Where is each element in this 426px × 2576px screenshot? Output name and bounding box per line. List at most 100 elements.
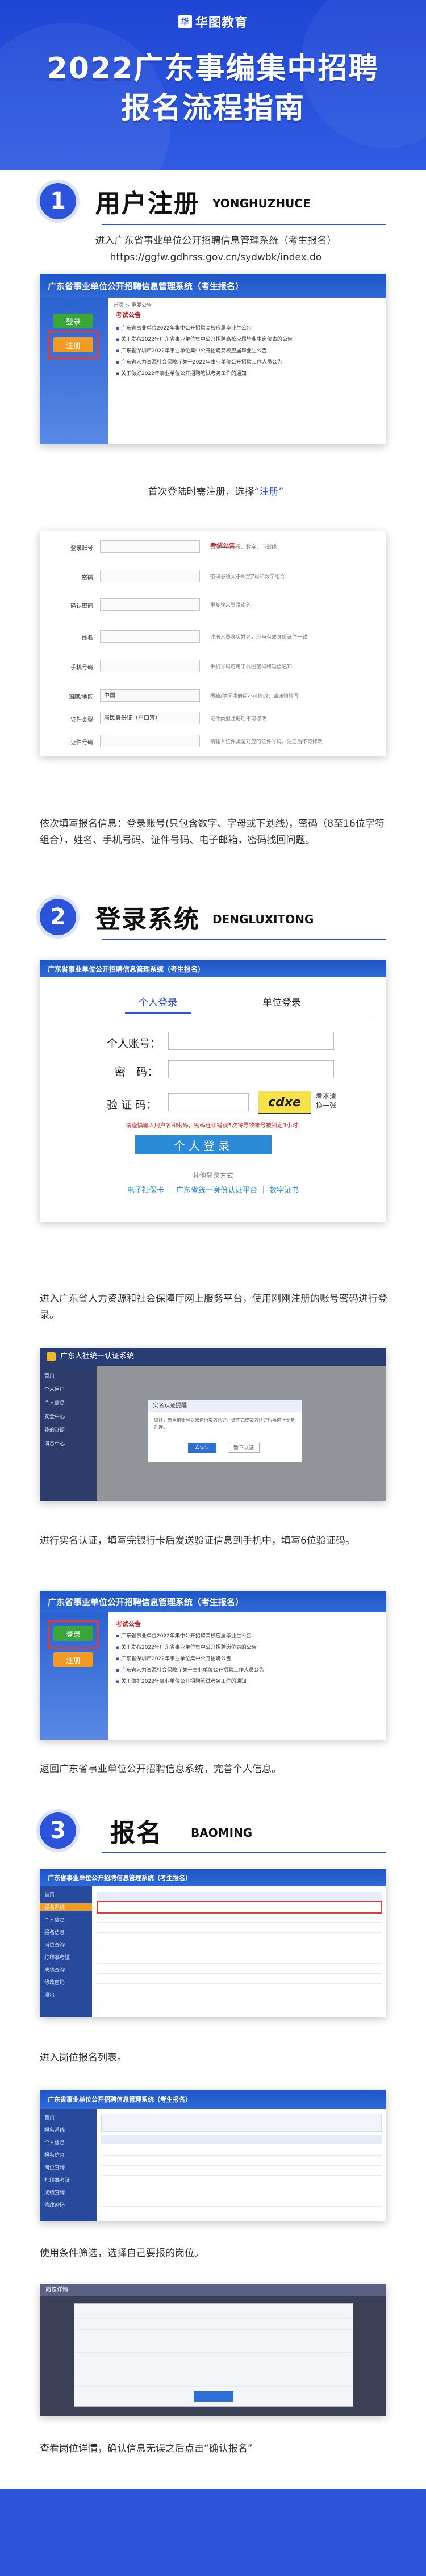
notice-item[interactable]: 广东省深圳市2022年事业单位集中公开招聘高校应届毕业生公告 [116,345,377,357]
side-nav-item[interactable]: 首页 [44,2114,55,2121]
side-nav-item[interactable]: 报名系统 [44,2126,65,2133]
notice-item[interactable]: 关于做好2022年事业单位公开招聘笔试考务工作的通知 [116,1676,377,1687]
side-nav-item[interactable]: 岗位查询 [44,1941,65,1948]
side-nav-item[interactable]: 报名信息 [44,2151,65,2158]
personal-login-button[interactable]: 个人登录 [135,1135,272,1154]
captcha-input[interactable] [168,1093,249,1111]
side-nav-item-active[interactable]: 报名系统 [40,1903,92,1911]
caption-login: 进入广东省人力资源和社会保障厅网上服务平台，使用刚刚注册的账号密码进行登录。 [40,1293,387,1321]
detail-row [74,2308,353,2319]
table-row[interactable] [101,2196,382,2207]
register-button[interactable]: 注册 [53,1652,93,1667]
account-input[interactable] [168,1032,334,1050]
captcha-refresh-link[interactable]: 看不清 换一张 [316,1092,346,1110]
caption-highlight: “确认报名” [204,2443,253,2454]
side-nav-item[interactable]: 个人信息 [44,1916,65,1923]
table-row[interactable] [101,2145,382,2156]
password-input[interactable] [168,1060,334,1078]
filter-bar[interactable] [101,2114,382,2132]
dialog-text: 您好，您当前账号尚未进行实名认证，请先完成实名认证后再进行业务办理。 [154,1418,295,1430]
side-nav-item[interactable]: 个人用户 [44,1385,65,1393]
notice-item[interactable]: 关于做好2022年事业单位公开招聘笔试考务工作的通知 [116,368,377,380]
side-nav-item[interactable]: 个人信息 [44,2139,65,2146]
section-number-badge: 2 [40,899,76,935]
phone-input[interactable] [100,660,200,672]
notice-item[interactable]: 关于发布2022年广东省事业单位集中公开招聘高校应届毕业生岗位表的公告 [116,334,377,345]
side-nav-item[interactable]: 安全中心 [44,1412,65,1420]
notice-item[interactable]: 广东省人力资源社会保障厅关于事业单位公开招聘工作人员公告 [116,1665,377,1676]
form-label: 登录账号 [70,545,93,552]
page-title: 2022广东事编集中招聘 报名流程指南 [0,49,426,128]
side-nav-item[interactable]: 退出 [44,1991,55,1998]
notice-item[interactable]: 广东省事业单位2022年集中公开招聘高校应届毕业生公告 [116,1631,377,1642]
skip-auth-button[interactable]: 暂不认证 [228,1443,260,1453]
side-nav-item[interactable]: 打印准考证 [44,2176,70,2183]
table-header [97,1892,382,1901]
form-row-phone: 手机号码 手机号码可用于找回密码和短信通知 [40,658,386,675]
section-number-badge: 1 [40,183,76,219]
login-tabs: 个人登录 单位登录 [125,994,301,1014]
side-nav-item[interactable]: 成绩查询 [44,2189,65,2196]
unified-auth-link[interactable]: 广东省统一身份认证平台 [176,1186,257,1195]
side-nav-item[interactable]: 报名信息 [44,1928,65,1936]
table-row[interactable] [97,1994,382,2004]
side-nav-item[interactable]: 修改密码 [44,1978,65,1986]
digital-cert-link[interactable]: 数字证书 [269,1186,299,1195]
notice-item[interactable]: 广东省事业单位2022年集中公开招聘高校应届毕业生公告 [116,323,377,334]
side-nav-item[interactable]: 修改密码 [44,2201,65,2208]
form-row-password: 密码 密码必须大于8位字母和数字组合 [40,568,386,585]
section-underline [102,1852,386,1853]
table-row[interactable] [101,2176,382,2186]
system-title-bar: 广东省事业单位公开招聘信息管理系统（考生报名） [40,1591,386,1612]
title-line-1: 2022广东事编集中招聘 [47,52,379,86]
password-input[interactable] [100,570,200,582]
notice-heading: 考试公告 [116,1620,141,1628]
side-nav-item[interactable]: 岗位查询 [44,2164,65,2171]
side-nav-item[interactable]: 首页 [44,1372,55,1379]
side-nav-item[interactable]: 我的证照 [44,1426,65,1433]
screenshot-job-list: 广东省事业单位公开招聘信息管理系统（考生报名） 首页 报名系统 个人信息 报名信… [40,1869,386,2017]
table-row[interactable] [101,2166,382,2176]
table-row[interactable] [97,1953,382,1964]
table-row[interactable] [97,1912,382,1923]
id-number-input[interactable] [100,735,200,747]
tab-unit-login[interactable]: 单位登录 [262,994,301,1014]
ecard-link[interactable]: 电子社保卡 [127,1186,164,1195]
notice-item[interactable]: 广东省深圳市2022年事业单位集中公开招聘公告 [116,1653,377,1665]
notice-item[interactable]: 广东省人力资源社会保障厅关于2022年事业单位公开招聘工作人员公告 [116,357,377,368]
table-row[interactable] [97,1923,382,1933]
notice-list: 广东省事业单位2022年集中公开招聘高校应届毕业生公告 关于发布2022年广东省… [116,323,377,380]
go-auth-button[interactable]: 去认证 [188,1443,216,1453]
table-row[interactable] [97,1974,382,1984]
table-row[interactable] [97,1943,382,1953]
account-input[interactable] [100,540,200,553]
auth-side-nav: 首页 个人用户 个人信息 安全中心 我的证照 消息中心 [40,1366,97,1501]
section-number-badge: 3 [40,1812,76,1849]
side-nav-item[interactable]: 个人信息 [44,1399,65,1406]
nationality-select[interactable]: 中国 [100,689,200,702]
form-hint: 国籍/地区注册后不可修改，请谨慎填写 [210,694,299,699]
tab-personal-login[interactable]: 个人登录 [125,994,191,1014]
screenshot-register-form: 考试公告 登录账号 只能包含字母、数字、下划线 密码 密码必须大于8位字母和数字… [40,531,386,756]
side-nav-item[interactable]: 首页 [44,1891,55,1898]
side-nav-item[interactable]: 打印准考证 [44,1953,70,1961]
table-row[interactable] [101,2186,382,2196]
login-button[interactable]: 登录 [53,314,93,328]
form-row-idnumber: 证件号码 请输入证件类型对应的证件号码，注册后不可修改 [40,733,386,750]
id-type-select[interactable]: 居民身份证（户口簿） [100,712,200,724]
screenshot-portal-return: 广东省事业单位公开招聘信息管理系统（考生报名） 登录 注册 考试公告 广东省事业… [40,1591,386,1740]
side-nav-item[interactable]: 消息中心 [44,1440,65,1447]
side-nav-item[interactable]: 成绩查询 [44,1966,65,1973]
table-row[interactable] [97,1964,382,1974]
notice-item[interactable]: 关于发布2022年广东省事业单位集中公开招聘岗位表的公告 [116,1642,377,1653]
table-row[interactable] [97,1984,382,1994]
form-label: 姓名 [82,635,93,641]
form-hint: 密码必须大于8位字母和数字组合 [210,574,285,580]
table-row[interactable] [97,1933,382,1943]
section-2-header: 2 登录系统 DENGLUXITONG [40,899,314,935]
confirm-signup-button[interactable] [194,2391,233,2402]
section-1-intro: 进入广东省事业单位公开招聘信息管理系统（考生报名） https://ggfw.g… [40,233,392,266]
confirm-password-input[interactable] [100,598,200,611]
table-row[interactable] [101,2156,382,2166]
name-input[interactable] [100,630,200,643]
